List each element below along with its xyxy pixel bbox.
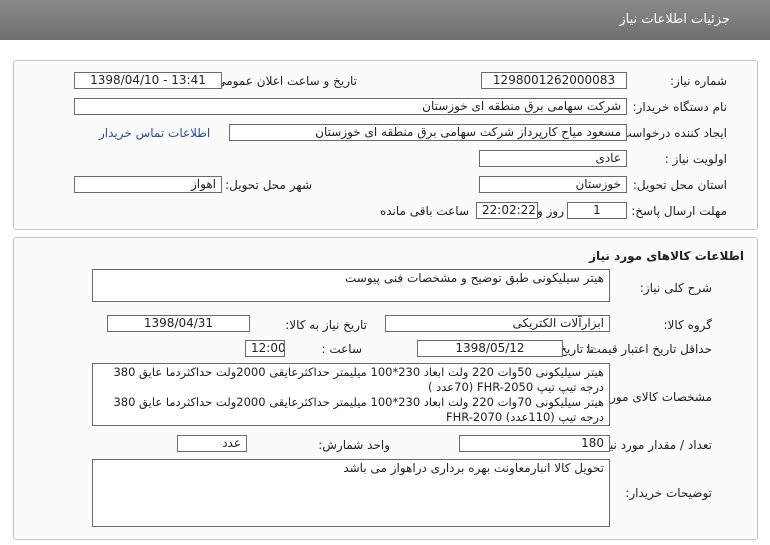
goods-group-label: گروه کالا:: [663, 318, 713, 332]
goods-group-field[interactable]: ابزارآلات الکتریکی: [385, 315, 610, 332]
goods-section-title: اطلاعات کالاهای مورد نیاز: [589, 249, 744, 263]
priority-label: اولویت نیاز :: [664, 152, 727, 166]
summary-field[interactable]: هیتر سیلیکونی طبق توضیح و مشخصات فنی پیو…: [92, 269, 610, 302]
price-validity-label: حداقل تاریخ اعتبار قیمت:: [585, 342, 712, 356]
page-header: جزئیات اطلاعات نیاز: [0, 0, 770, 40]
hour-field[interactable]: 12:00: [245, 340, 285, 357]
days-label: روز و: [537, 204, 564, 218]
requester-field[interactable]: مسعود میاح کارپرداز شرکت سهامی برق منطقه…: [229, 124, 627, 141]
buyer-notes-label: توضیحات خریدار:: [625, 486, 712, 500]
buyer-contact-link[interactable]: اطلاعات تماس خریدار: [99, 126, 210, 140]
spec-line: هیتر سیلیکونی 70وات 220 ولت ابعاد 230*10…: [113, 395, 604, 409]
need-info-panel: شماره نیاز: 1298001262000083 تاریخ و ساع…: [13, 60, 758, 230]
announce-datetime-field[interactable]: 1398/04/10 - 13:41: [74, 72, 222, 89]
quantity-field[interactable]: 180: [459, 435, 610, 452]
days-field[interactable]: 1: [567, 202, 627, 219]
spec-line: درجه تیپ تیپ FHR-2050 (70عدد ): [427, 380, 604, 394]
need-date-label: تاریخ نیاز به کالا:: [285, 318, 367, 332]
page-title: جزئیات اطلاعات نیاز: [619, 12, 730, 27]
spec-line: هیتر سیلیکونی 50وات 220 ولت ابعاد 230*10…: [113, 365, 604, 379]
response-deadline-label: مهلت ارسال پاسخ:: [631, 204, 727, 218]
need-number-label: شماره نیاز:: [670, 74, 727, 88]
delivery-province-label: استان محل تحویل:: [632, 178, 727, 192]
requester-label: ایجاد کننده درخواست:: [616, 126, 727, 140]
unit-label: واحد شمارش:: [318, 438, 390, 452]
quantity-label: تعداد / مقدار مورد نیاز:: [596, 438, 712, 452]
summary-label: شرح کلی نیاز:: [639, 281, 712, 295]
need-date-field[interactable]: 1398/04/31: [107, 315, 250, 332]
hour-label: ساعت :: [321, 342, 362, 356]
goods-spec-field[interactable]: هیتر سیلیکونی 50وات 220 ولت ابعاد 230*10…: [92, 363, 610, 426]
remaining-time-field[interactable]: 22:02:22: [476, 202, 538, 219]
goods-panel: اطلاعات کالاهای مورد نیاز شرح کلی نیاز: …: [13, 237, 758, 540]
until-date-field[interactable]: 1398/05/12: [417, 340, 563, 357]
remaining-time-label: ساعت باقی مانده: [379, 204, 469, 218]
unit-field[interactable]: عدد: [177, 435, 247, 452]
need-number-field[interactable]: 1298001262000083: [481, 72, 627, 89]
delivery-city-label: شهر محل تحویل:: [225, 178, 312, 192]
delivery-city-field[interactable]: اهواز: [74, 176, 222, 193]
buyer-org-field[interactable]: شرکت سهامی برق منطقه ای خوزستان: [74, 98, 627, 115]
priority-field[interactable]: عادی: [479, 150, 627, 167]
spec-line: درجه تیپ (110عدد) FHR-2070: [445, 410, 604, 424]
announce-datetime-label: تاریخ و ساعت اعلان عمومی:: [212, 74, 357, 88]
buyer-org-label: نام دستگاه خریدار:: [632, 100, 728, 114]
buyer-notes-field[interactable]: تحویل کالا انبارمعاونت بهره برداری دراهو…: [92, 459, 610, 527]
delivery-province-field[interactable]: خوزستان: [479, 176, 627, 193]
